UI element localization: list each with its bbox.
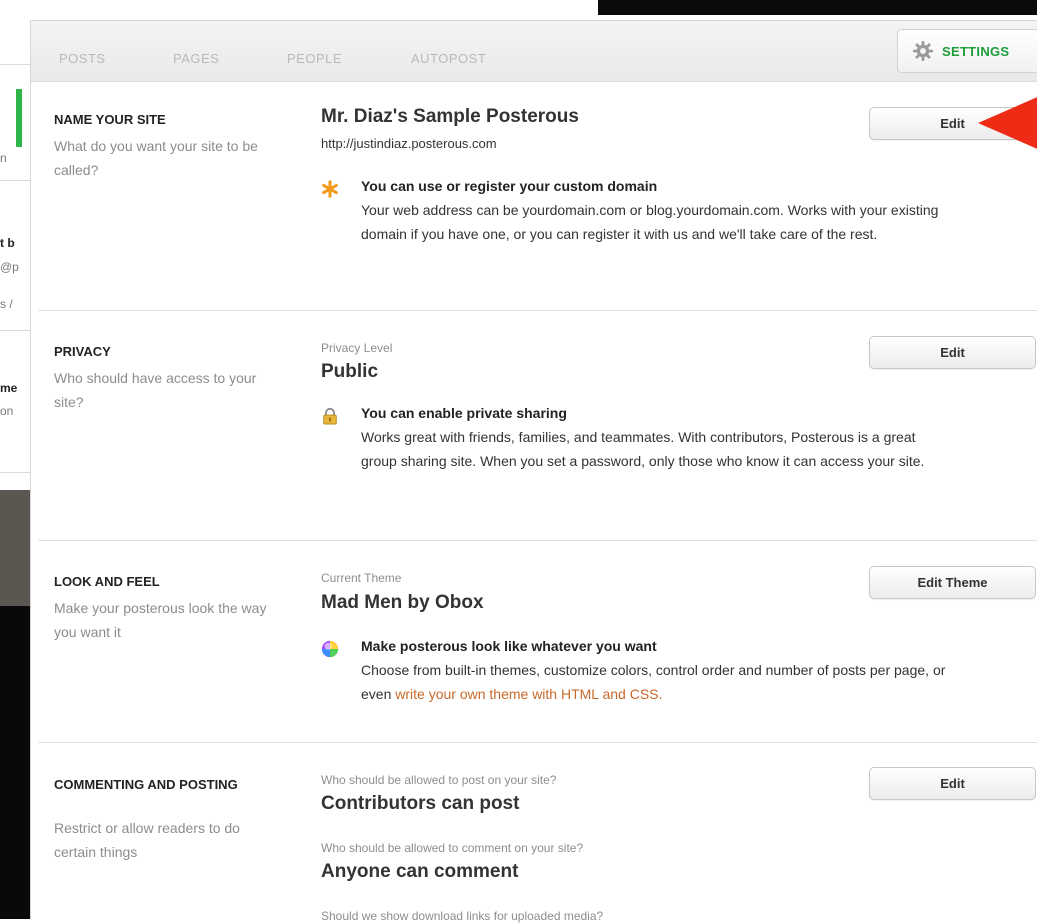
private-sharing-tip-body: Works great with friends, families, and … — [361, 429, 925, 469]
tab-bar: POSTS PAGES PEOPLE AUTOPOST SETTINGS — [31, 21, 1037, 82]
custom-domain-tip-title: You can use or register your custom doma… — [361, 178, 658, 194]
tab-autopost[interactable]: AUTOPOST — [411, 51, 486, 66]
tab-settings[interactable]: SETTINGS — [897, 29, 1037, 73]
tab-pages[interactable]: PAGES — [173, 51, 219, 66]
tab-people[interactable]: PEOPLE — [287, 51, 342, 66]
private-sharing-tip-title: You can enable private sharing — [361, 405, 567, 421]
section-divider — [38, 540, 1037, 541]
section-desc-privacy: Who should have access to your site? — [54, 370, 257, 410]
edit-commenting-button[interactable]: Edit — [869, 767, 1036, 800]
background-active-indicator — [16, 89, 22, 147]
background-text-fragment: t b — [0, 236, 15, 250]
privacy-level-label: Privacy Level — [321, 341, 393, 355]
section-divider — [38, 310, 1037, 311]
background-divider — [0, 472, 30, 473]
background-divider — [0, 180, 30, 181]
section-title-look: LOOK AND FEEL — [54, 574, 160, 589]
background-text-fragment: me — [0, 381, 18, 395]
theme-tip-title: Make posterous look like whatever you wa… — [361, 638, 657, 654]
background-text-fragment: on — [0, 404, 14, 418]
site-url: http://justindiaz.posterous.com — [321, 136, 497, 151]
custom-domain-tip-body: Your web address can be yourdomain.com o… — [361, 202, 939, 242]
post-permission-question: Who should be allowed to post on your si… — [321, 773, 557, 787]
theme-tip-body: Choose from built-in themes, customize c… — [361, 658, 951, 706]
background-text-fragment: s / — [0, 297, 13, 311]
section-desc-look: Make your posterous look the way you wan… — [54, 600, 267, 640]
color-wheel-icon — [321, 640, 339, 658]
background-text-fragment: @p — [0, 260, 19, 274]
asterisk-icon — [322, 180, 338, 198]
background-divider — [0, 330, 30, 331]
current-theme-value: Mad Men by Obox — [321, 592, 484, 613]
section-desc-name: What do you want your site to be called? — [54, 138, 258, 178]
tab-posts[interactable]: POSTS — [59, 51, 106, 66]
privacy-level-value: Public — [321, 361, 379, 382]
post-permission-value: Contributors can post — [321, 793, 520, 814]
section-desc-commenting: Restrict or allow readers to do certain … — [54, 820, 240, 860]
comment-permission-value: Anyone can comment — [321, 861, 519, 882]
edit-theme-button[interactable]: Edit Theme — [869, 566, 1036, 599]
download-links-question: Should we show download links for upload… — [321, 909, 604, 923]
site-name-value: Mr. Diaz's Sample Posterous — [321, 106, 579, 127]
edit-privacy-button[interactable]: Edit — [869, 336, 1036, 369]
section-divider — [38, 742, 1037, 743]
gear-icon — [913, 41, 933, 61]
red-arrow-annotation — [978, 95, 1037, 151]
section-title-privacy: PRIVACY — [54, 344, 111, 359]
settings-label: SETTINGS — [942, 43, 1010, 59]
background-dark-corner — [598, 0, 1037, 15]
section-title-name: NAME YOUR SITE — [54, 112, 166, 127]
background-divider — [0, 64, 30, 65]
write-own-theme-link[interactable]: write your own theme with HTML and CSS. — [395, 686, 662, 702]
background-image-band — [0, 490, 30, 606]
comment-permission-question: Who should be allowed to comment on your… — [321, 841, 584, 855]
section-title-commenting: COMMENTING AND POSTING — [54, 777, 238, 792]
background-text-fragment: n — [0, 151, 7, 165]
lock-icon — [323, 407, 337, 425]
settings-panel: POSTS PAGES PEOPLE AUTOPOST SETTINGS NAM… — [30, 20, 1037, 923]
current-theme-label: Current Theme — [321, 571, 402, 585]
